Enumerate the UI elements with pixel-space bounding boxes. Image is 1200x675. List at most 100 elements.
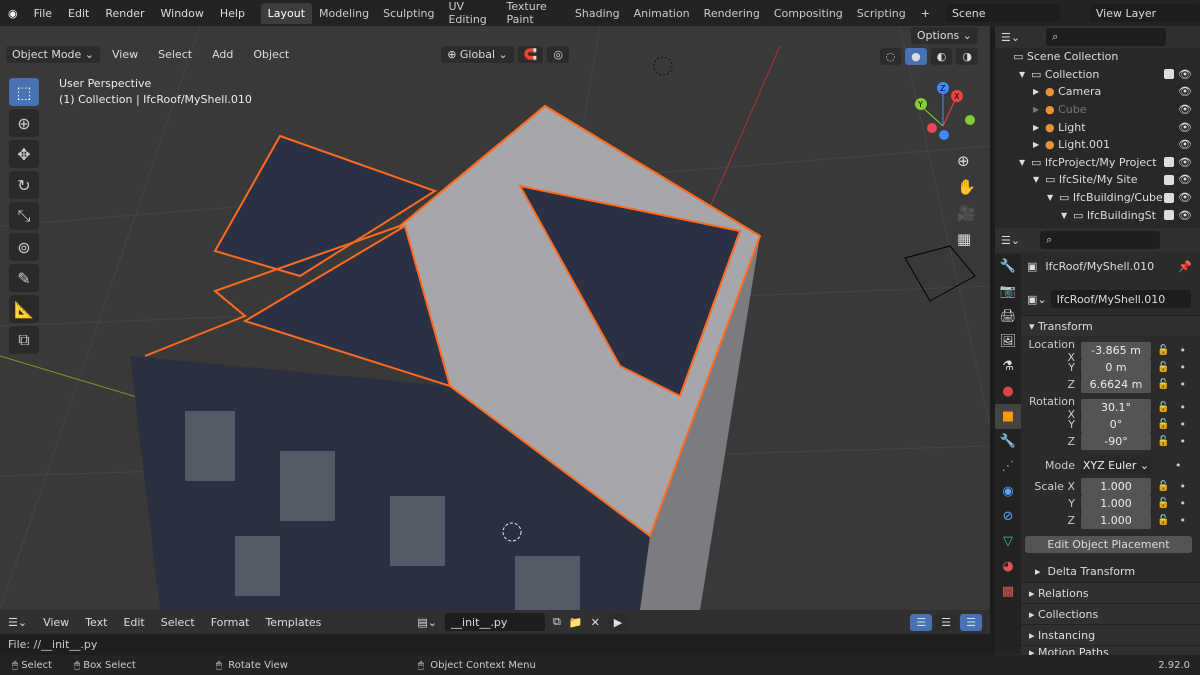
- outliner-item[interactable]: ▶ ● Light.001 👁: [995, 136, 1200, 154]
- outliner-item[interactable]: ▼ ▭ IfcProject/My Project 👁: [995, 154, 1200, 172]
- location-x-field[interactable]: -3.865 m: [1081, 342, 1151, 359]
- eye-icon[interactable]: 👁: [1178, 103, 1192, 116]
- menu-edit[interactable]: Edit: [60, 7, 97, 20]
- camera-object[interactable]: [904, 245, 976, 302]
- outliner-item[interactable]: ▼ ▭ Collection 👁: [995, 66, 1200, 84]
- keyframe-dot-icon[interactable]: •: [1179, 497, 1186, 510]
- material-shading-icon[interactable]: ◐: [930, 48, 953, 65]
- rotation-x-field[interactable]: 30.1°: [1081, 399, 1151, 416]
- blender-logo-icon[interactable]: ◉: [0, 7, 26, 20]
- edit-object-placement-button[interactable]: Edit Object Placement: [1025, 536, 1192, 553]
- keyframe-dot-icon[interactable]: •: [1179, 344, 1186, 357]
- outliner-scene-collection[interactable]: ▭ Scene Collection: [995, 48, 1200, 66]
- eye-icon[interactable]: 👁: [1178, 209, 1192, 222]
- text-menu-select[interactable]: Select: [153, 616, 203, 629]
- editor-type-icon[interactable]: ☰⌄: [1001, 234, 1020, 247]
- lock-icon[interactable]: 🔓: [1157, 436, 1169, 447]
- keyframe-dot-icon[interactable]: •: [1179, 418, 1186, 431]
- exclude-checkbox[interactable]: [1164, 174, 1174, 185]
- lock-icon[interactable]: 🔓: [1157, 498, 1169, 509]
- light-icon[interactable]: [653, 56, 673, 76]
- data-tab-icon[interactable]: ▽: [995, 529, 1021, 554]
- tool-tab-icon[interactable]: 🔧: [995, 254, 1021, 279]
- editor-type-icon[interactable]: ☰⌄: [0, 616, 35, 629]
- eye-icon[interactable]: 👁: [1178, 68, 1192, 81]
- text-browse-icon[interactable]: ▤⌄: [409, 616, 445, 629]
- lock-icon[interactable]: 🔓: [1157, 345, 1169, 356]
- constraints-tab-icon[interactable]: ⊘: [995, 504, 1021, 529]
- solid-shading-icon[interactable]: ●: [905, 48, 927, 65]
- run-script-button[interactable]: ▶: [607, 613, 629, 631]
- material-tab-icon[interactable]: ◕: [995, 554, 1021, 579]
- viewport-menu-view[interactable]: View: [104, 48, 146, 61]
- rotation-y-field[interactable]: 0°: [1081, 416, 1151, 433]
- lock-icon[interactable]: 🔓: [1157, 481, 1169, 492]
- tab-rendering[interactable]: Rendering: [697, 3, 767, 24]
- pan-hand-icon[interactable]: ✋: [957, 178, 976, 196]
- keyframe-dot-icon[interactable]: •: [1175, 459, 1182, 472]
- viewport-menu-add[interactable]: Add: [204, 48, 241, 61]
- rotation-mode-dropdown[interactable]: XYZ Euler ⌄: [1081, 457, 1151, 474]
- tab-shading[interactable]: Shading: [568, 3, 627, 24]
- select-box-tool-icon[interactable]: ⬚: [9, 78, 39, 106]
- transform-orientation-dropdown[interactable]: ⊕ Global ⌄: [441, 46, 514, 63]
- viewport-menu-object[interactable]: Object: [245, 48, 297, 61]
- 3d-viewport[interactable]: X Y Z Object Mode ⌄ View Select Add Obje…: [0, 26, 990, 610]
- scale-y-field[interactable]: 1.000: [1081, 495, 1151, 512]
- keyframe-dot-icon[interactable]: •: [1179, 401, 1186, 414]
- exclude-checkbox[interactable]: [1164, 210, 1174, 221]
- expand-arrow-icon[interactable]: ▶: [1033, 140, 1045, 149]
- eye-icon[interactable]: 👁: [1178, 191, 1192, 204]
- object-type-dropdown[interactable]: ▣⌄: [1027, 293, 1047, 306]
- expand-arrow-icon[interactable]: ▼: [1033, 175, 1045, 184]
- menu-window[interactable]: Window: [153, 7, 212, 20]
- tab-scripting[interactable]: Scripting: [850, 3, 913, 24]
- measure-tool-icon[interactable]: 📐: [9, 295, 39, 323]
- rendered-shading-icon[interactable]: ◑: [956, 48, 978, 65]
- editor-type-icon[interactable]: ☰⌄: [1001, 31, 1020, 44]
- properties-search[interactable]: ⌕: [1040, 231, 1161, 249]
- transform-panel-header[interactable]: ▾ Transform: [1021, 315, 1200, 336]
- keyframe-dot-icon[interactable]: •: [1179, 378, 1186, 391]
- proportional-edit-icon[interactable]: ◎: [547, 46, 570, 63]
- expand-arrow-icon[interactable]: ▶: [1033, 87, 1045, 96]
- scene-tab-icon[interactable]: ⚗: [995, 354, 1021, 379]
- eye-icon[interactable]: 👁: [1178, 138, 1192, 151]
- tab-modeling[interactable]: Modeling: [312, 3, 376, 24]
- line-numbers-toggle[interactable]: ☰: [910, 613, 933, 631]
- text-menu-edit[interactable]: Edit: [115, 616, 152, 629]
- keyframe-dot-icon[interactable]: •: [1179, 435, 1186, 448]
- camera-view-icon[interactable]: 🎥: [957, 204, 976, 222]
- scale-z-field[interactable]: 1.000: [1081, 512, 1151, 529]
- lock-icon[interactable]: 🔓: [1157, 515, 1169, 526]
- text-menu-view[interactable]: View: [35, 616, 77, 629]
- text-menu-text[interactable]: Text: [77, 616, 115, 629]
- relations-panel-header[interactable]: ▸ Relations: [1021, 582, 1200, 603]
- expand-arrow-icon[interactable]: ▼: [1047, 193, 1059, 202]
- eye-icon[interactable]: 👁: [1178, 85, 1192, 98]
- expand-arrow-icon[interactable]: ▶: [1033, 123, 1045, 132]
- instancing-panel-header[interactable]: ▸ Instancing: [1021, 624, 1200, 645]
- outliner-item[interactable]: ▶ ● Light 👁: [995, 118, 1200, 136]
- expand-arrow-icon[interactable]: ▼: [1061, 211, 1073, 220]
- location-z-field[interactable]: 6.6624 m: [1081, 376, 1151, 393]
- lock-icon[interactable]: 🔓: [1157, 402, 1169, 413]
- keyframe-dot-icon[interactable]: •: [1179, 361, 1186, 374]
- ortho-grid-icon[interactable]: ▦: [957, 230, 976, 248]
- rotation-z-field[interactable]: -90°: [1081, 433, 1151, 450]
- lock-icon[interactable]: 🔓: [1157, 379, 1169, 390]
- modifier-tab-icon[interactable]: 🔧: [995, 429, 1021, 454]
- snap-icon[interactable]: 🧲: [517, 46, 544, 63]
- outliner-item[interactable]: ▼ ▭ IfcBuilding/Cube 👁: [995, 189, 1200, 207]
- outliner-item[interactable]: ▼ ▭ IfcSite/My Site 👁: [995, 171, 1200, 189]
- exclude-checkbox[interactable]: [1164, 157, 1174, 168]
- location-y-field[interactable]: 0 m: [1081, 359, 1151, 376]
- particles-tab-icon[interactable]: ⋰: [995, 454, 1021, 479]
- output-tab-icon[interactable]: 🖨: [995, 304, 1021, 329]
- outliner-item[interactable]: ▼ ▭ IfcBuildingSt 👁: [995, 206, 1200, 224]
- add-cube-tool-icon[interactable]: ⧉: [9, 326, 39, 354]
- object-name-field[interactable]: IfcRoof/MyShell.010: [1050, 290, 1191, 308]
- eye-icon[interactable]: 👁: [1178, 121, 1192, 134]
- lock-icon[interactable]: 🔓: [1157, 362, 1169, 373]
- expand-arrow-icon[interactable]: ▼: [1019, 158, 1031, 167]
